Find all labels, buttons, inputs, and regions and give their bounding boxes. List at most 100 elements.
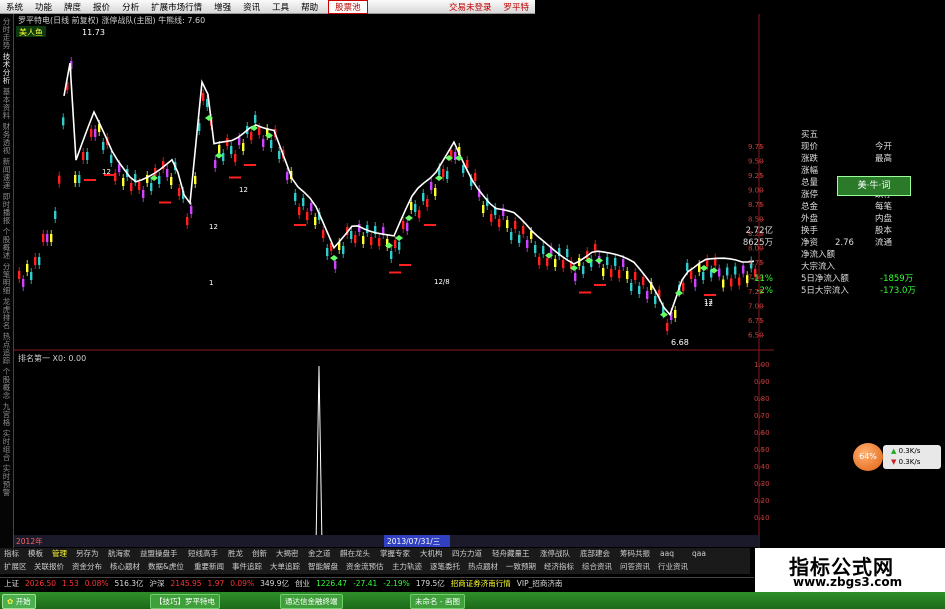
- bottom-tab-17[interactable]: 底部建会: [580, 548, 610, 560]
- menu-item-6[interactable]: 增强: [208, 1, 237, 13]
- bottom-tab-1[interactable]: 模板: [28, 548, 43, 560]
- bottom-tab2-8[interactable]: 智能解盘: [308, 561, 338, 573]
- bottom-tab2-11[interactable]: 逐笔委托: [430, 561, 460, 573]
- status-item: 1.97: [207, 579, 225, 588]
- signal-number: 12: [209, 223, 218, 231]
- sell-dash-mark: [229, 176, 241, 179]
- sell-dash-mark: [84, 179, 96, 181]
- bottom-tab2-3[interactable]: 核心题材: [110, 561, 140, 573]
- left-tab-9[interactable]: 热点追踪: [1, 333, 12, 365]
- menu-item-2[interactable]: 牌度: [58, 1, 87, 13]
- status-item: 创业: [295, 579, 311, 588]
- taskbar-item[interactable]: 未命名 - 画图: [410, 594, 465, 609]
- menu-item-3[interactable]: 报价: [87, 1, 116, 13]
- bottom-tab2-6[interactable]: 事件追踪: [232, 561, 262, 573]
- left-tab-6[interactable]: 个股概述: [1, 228, 12, 260]
- menu-item-5[interactable]: 扩展市场行情: [145, 1, 208, 13]
- bottom-tab-15[interactable]: 轻舟藏量王: [492, 548, 530, 560]
- bottom-tab2-1[interactable]: 关联报价: [34, 561, 64, 573]
- taskbar-item[interactable]: 通达信金融终端: [280, 594, 343, 609]
- left-tab-13[interactable]: 实时预警: [1, 465, 12, 497]
- bottom-tab-4[interactable]: 航海家: [108, 548, 131, 560]
- left-tab-4[interactable]: 新闻速递: [1, 158, 12, 190]
- start-button[interactable]: ✿ 开始: [2, 594, 36, 609]
- status-item: 0.08%: [84, 579, 109, 588]
- bottom-tab2-14[interactable]: 经济指标: [544, 561, 574, 573]
- quote-label: 买五: [801, 130, 819, 140]
- bottom-tab-13[interactable]: 大机构: [420, 548, 443, 560]
- bottom-tab-11[interactable]: 麒在龙头: [340, 548, 370, 560]
- bottom-tab-10[interactable]: 金之道: [308, 548, 331, 560]
- stock-pool-button[interactable]: 股票池: [328, 0, 368, 14]
- bottom-tab-3[interactable]: 另存为: [76, 548, 99, 560]
- bottom-tab2-10[interactable]: 主力轨迹: [392, 561, 422, 573]
- quote-label-2: 最高: [875, 154, 893, 164]
- status-item: 沪深: [149, 579, 165, 588]
- bottom-tab2-4[interactable]: 数据&虎位: [148, 561, 184, 573]
- left-tab-0[interactable]: 分时走势: [1, 18, 12, 50]
- bottom-tab-bar: 指标 模板 管理 另存为 航海家 益盟操盘手 短线高手 胜龙 创新 大揭密 金之道 麒在龙头 掌握专家大…: [0, 548, 750, 574]
- bottom-tab2-16[interactable]: 问答资讯: [620, 561, 650, 573]
- left-tab-12[interactable]: 实时组合: [1, 430, 12, 462]
- menu-item-7[interactable]: 资讯: [237, 1, 266, 13]
- bottom-tab2-2[interactable]: 资金分布: [72, 561, 102, 573]
- bottom-tab-7[interactable]: 胜龙: [228, 548, 243, 560]
- left-tab-3[interactable]: 财务透视: [1, 123, 12, 155]
- bottom-tab2-15[interactable]: 综合资讯: [582, 561, 612, 573]
- status-item: -2.19%: [383, 579, 410, 588]
- stock-chart[interactable]: 罗平特电(日线 前复权) 涨停战队(主图) 牛熊线: 7.60 美人鱼 11.7…: [14, 14, 774, 548]
- bottom-tab-14[interactable]: 四方力道: [452, 548, 482, 560]
- menu-item-8[interactable]: 工具: [266, 1, 295, 13]
- peak-label: 11.73: [82, 28, 105, 37]
- bottom-tab-6[interactable]: 短线高手: [188, 548, 218, 560]
- menu-item-9[interactable]: 帮助: [295, 1, 324, 13]
- bottom-tab-9[interactable]: 大揭密: [276, 548, 299, 560]
- sell-dash-mark: [159, 201, 171, 204]
- quote-label-2: 股本: [875, 226, 893, 236]
- left-tab-8[interactable]: 龙虎排名: [1, 298, 12, 330]
- bottom-tab-12[interactable]: 掌握专家: [380, 548, 410, 560]
- quote-panel: 买五现价今开涨跌最高涨幅总量涨停跌停总金每笔外盘内盘换手股本2.72亿净资2.7…: [743, 130, 945, 308]
- left-tab-5[interactable]: 即时播报: [1, 193, 12, 225]
- bottom-tab2-5[interactable]: 重要新闻: [194, 561, 224, 573]
- quote-label: 净资: [801, 238, 819, 248]
- menu-item-4[interactable]: 分析: [116, 1, 145, 13]
- bottom-tab2-0[interactable]: 扩展区: [4, 561, 27, 573]
- quote-label: 净流入额: [801, 250, 836, 260]
- bottom-tab-16[interactable]: 涨停战队: [540, 548, 570, 560]
- bottom-tab2-13[interactable]: 一致预期: [506, 561, 536, 573]
- bottom-tab-2[interactable]: 管理: [52, 548, 67, 560]
- quote-label: 外盘: [801, 214, 819, 224]
- status-item: 2145.95: [170, 579, 202, 588]
- bottom-tab-19[interactable]: aaq: [660, 548, 674, 560]
- speed-widget[interactable]: 64% ▲ 0.3K/s ▼ 0.3K/s: [853, 443, 943, 471]
- bottom-tab2-9[interactable]: 资金流预估: [346, 561, 384, 573]
- bottom-tab-5[interactable]: 益盟操盘手: [140, 548, 178, 560]
- bottom-tab2-17[interactable]: 行业资讯: [658, 561, 688, 573]
- left-tab-10[interactable]: 个股概念: [1, 368, 12, 400]
- date-start: 2012年: [16, 536, 43, 546]
- quote-value-2: -2%: [756, 286, 773, 296]
- signal-number: 12: [102, 168, 111, 176]
- bottom-tab-20[interactable]: qaa: [692, 548, 706, 560]
- bottom-tab-8[interactable]: 创新: [252, 548, 267, 560]
- left-tab-1[interactable]: 技术分析: [1, 53, 12, 85]
- bottom-tab-18[interactable]: 筹码共振: [620, 548, 650, 560]
- left-tab-11[interactable]: 九宫格: [1, 403, 12, 427]
- watermark: 指标公式网 www.zbgs3.com: [755, 548, 945, 592]
- bottom-tab2-7[interactable]: 大单追踪: [270, 561, 300, 573]
- quote-label: 涨跌: [801, 154, 819, 164]
- bottom-tab2-12[interactable]: 热点题材: [468, 561, 498, 573]
- left-tab-2[interactable]: 基本资料: [1, 88, 12, 120]
- status-item: 179.5亿: [415, 579, 445, 588]
- menu-right-item-1[interactable]: 罗平特: [497, 1, 535, 13]
- status-item: 上证: [4, 579, 19, 588]
- menu-item-0[interactable]: 系统: [0, 1, 29, 13]
- bottom-tab-0[interactable]: 指标: [4, 548, 19, 560]
- taskbar-item[interactable]: 【技巧】罗平特电: [150, 594, 220, 609]
- menu-item-1[interactable]: 功能: [29, 1, 58, 13]
- quote-value: -1859万: [880, 274, 914, 284]
- sell-dash-mark: [389, 271, 401, 274]
- left-tab-7[interactable]: 分笔明细: [1, 263, 12, 295]
- menu-right-item-0[interactable]: 交易未登录: [443, 1, 498, 13]
